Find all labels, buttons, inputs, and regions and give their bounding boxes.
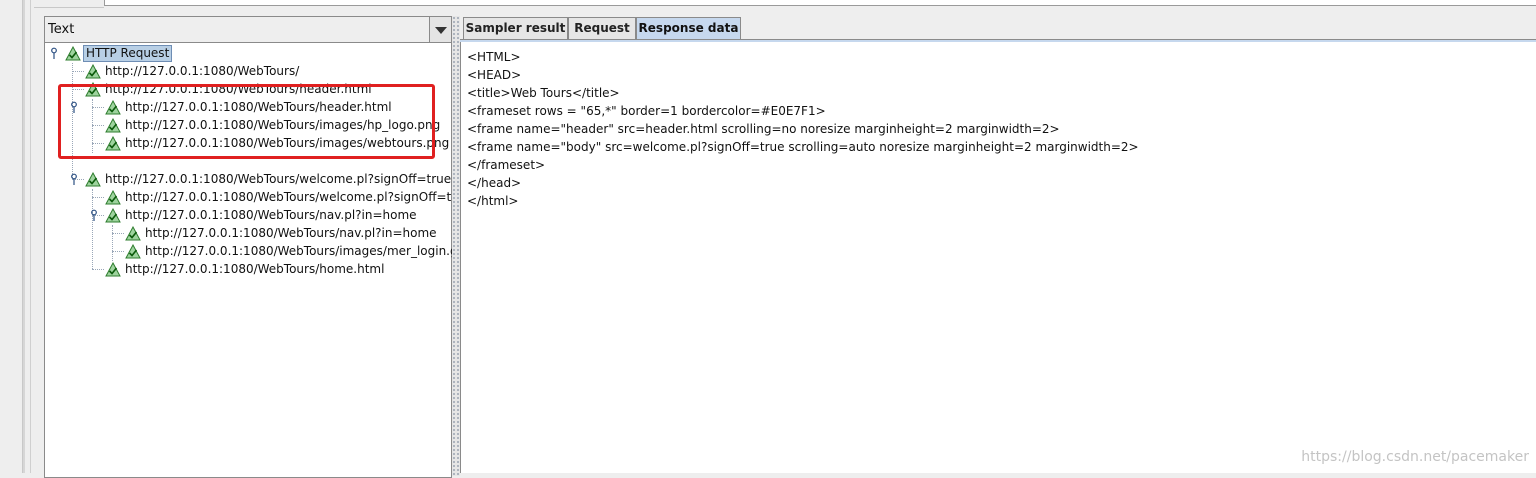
tree-connector bbox=[112, 225, 113, 261]
response-text: <HTML> <HEAD> <title>Web Tours</title> <… bbox=[467, 48, 1139, 210]
dropdown-button[interactable] bbox=[429, 17, 451, 42]
response-line: <HEAD> bbox=[467, 68, 522, 82]
top-divider bbox=[34, 0, 104, 8]
tree-node-label: HTTP Request bbox=[83, 45, 173, 62]
top-input-field[interactable] bbox=[104, 0, 1536, 6]
tree-connector bbox=[92, 189, 93, 269]
tab-label: Sampler result bbox=[465, 21, 566, 35]
response-line: </html> bbox=[467, 194, 519, 208]
response-data-textarea[interactable]: <HTML> <HEAD> <title>Web Tours</title> <… bbox=[460, 42, 1536, 473]
watermark: https://blog.csdn.net/pacemaker bbox=[1301, 449, 1529, 465]
renderer-select[interactable]: Text bbox=[45, 17, 451, 43]
response-line: </frameset> bbox=[467, 158, 546, 172]
highlight-box bbox=[58, 84, 435, 159]
tab-label: Request bbox=[574, 21, 630, 35]
tree-connector bbox=[112, 233, 124, 234]
tree-node-label: http://127.0.0.1:1080/WebTours/nav.pl?in… bbox=[125, 208, 417, 222]
success-triangle-icon bbox=[125, 226, 141, 241]
success-triangle-icon bbox=[85, 64, 101, 79]
success-triangle-icon bbox=[125, 244, 141, 259]
response-line: <HTML> bbox=[467, 50, 521, 64]
left-border-inner bbox=[30, 0, 31, 473]
tree-connector bbox=[112, 251, 124, 252]
success-triangle-icon bbox=[65, 46, 81, 61]
tab-request[interactable]: Request bbox=[568, 17, 636, 39]
tree-node-label: http://127.0.0.1:1080/WebTours/welcome.p… bbox=[105, 172, 452, 186]
tab-response-data[interactable]: Response data bbox=[636, 17, 741, 39]
tree-connector bbox=[72, 71, 84, 72]
tree-expand-handle-icon[interactable] bbox=[69, 173, 79, 185]
chevron-down-icon bbox=[435, 27, 447, 34]
response-line: </head> bbox=[467, 176, 522, 190]
tree-node-label: http://127.0.0.1:1080/WebTours/ bbox=[105, 64, 300, 78]
left-border bbox=[22, 0, 25, 473]
success-triangle-icon bbox=[105, 208, 121, 223]
renderer-select-value: Text bbox=[48, 22, 75, 37]
tree-connector bbox=[92, 197, 104, 198]
tree-node-label: http://127.0.0.1:1080/WebTours/nav.pl?in… bbox=[145, 226, 437, 240]
window-left-edge bbox=[0, 0, 34, 473]
tree-node-label: http://127.0.0.1:1080/WebTours/welcome.p… bbox=[125, 190, 472, 204]
response-line: <frameset rows = "65,*" border=1 borderc… bbox=[467, 104, 826, 118]
response-line: <frame name="body" src=welcome.pl?signOf… bbox=[467, 140, 1139, 154]
tree-expand-handle-icon[interactable] bbox=[49, 47, 59, 59]
response-line: <title>Web Tours</title> bbox=[467, 86, 620, 100]
tree-node-label: http://127.0.0.1:1080/WebTours/home.html bbox=[125, 262, 385, 276]
success-triangle-icon bbox=[85, 172, 101, 187]
tree-expand-handle-icon[interactable] bbox=[89, 209, 99, 221]
tree-node-label: http://127.0.0.1:1080/WebTours/images/me… bbox=[145, 244, 466, 258]
success-triangle-icon bbox=[105, 190, 121, 205]
tab-label: Response data bbox=[638, 21, 739, 35]
split-pane-divider[interactable] bbox=[452, 16, 460, 476]
tree-connector bbox=[92, 269, 104, 270]
tab-sampler-result[interactable]: Sampler result bbox=[463, 17, 568, 39]
response-line: <frame name="header" src=header.html scr… bbox=[467, 122, 1060, 136]
success-triangle-icon bbox=[105, 262, 121, 277]
